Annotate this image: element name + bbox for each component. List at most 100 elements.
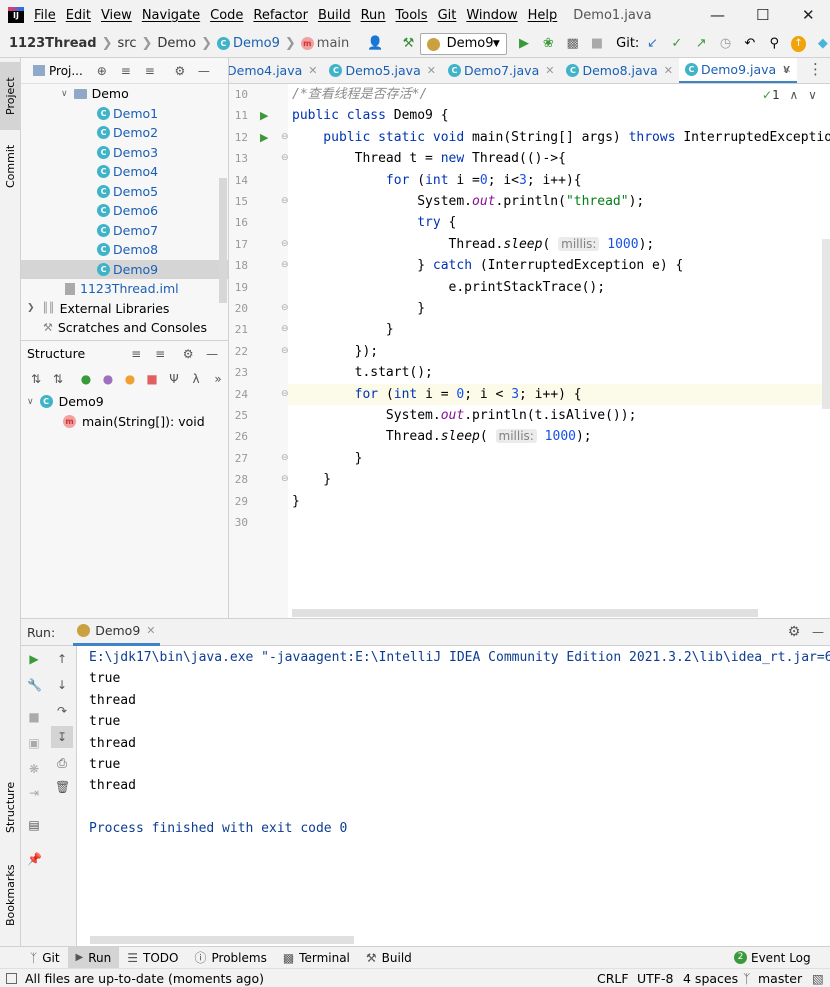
update-icon[interactable]: ↑	[791, 35, 806, 52]
lambdas-icon[interactable]: λ	[189, 372, 203, 386]
editor-h-scrollbar[interactable]	[292, 609, 758, 617]
search-icon[interactable]: ⚲	[767, 36, 781, 52]
tree-item[interactable]: C Demo5	[21, 182, 228, 202]
rollback-icon[interactable]: ↶	[743, 36, 757, 52]
stop-icon[interactable]: ■	[27, 710, 41, 724]
coverage-icon[interactable]: ▩	[565, 36, 579, 52]
editor-tab[interactable]: C Demo9.java ✕	[678, 58, 798, 83]
breadcrumb-package[interactable]: Demo	[157, 36, 196, 51]
exit-icon[interactable]: ⇥	[27, 786, 41, 800]
wrench-icon[interactable]: 🔧	[27, 678, 42, 692]
minimize-icon[interactable]: —	[710, 6, 725, 24]
tree-item[interactable]: ∨ Demo	[21, 84, 228, 104]
git-push-icon[interactable]: ↗	[694, 36, 708, 52]
editor-tab[interactable]: C Demo5.java ✕	[323, 58, 441, 83]
print-icon[interactable]: ⎙	[55, 756, 69, 771]
editor-scrollbar[interactable]	[822, 239, 830, 409]
collapse-all-icon[interactable]: ≡	[153, 347, 167, 361]
layout-icon[interactable]: ▤	[27, 818, 41, 832]
run-tool-tab[interactable]: ▶ Run	[67, 946, 120, 969]
problems-tool-tab[interactable]: ⓘ Problems	[187, 947, 275, 969]
expand-all-icon[interactable]: ≡	[119, 64, 133, 78]
tree-item[interactable]: C Demo9	[21, 259, 228, 279]
hide-icon[interactable]: —	[205, 347, 219, 361]
git-branch[interactable]: master	[758, 971, 802, 986]
locate-icon[interactable]: ⊕	[95, 64, 109, 78]
tree-item[interactable]: C Demo6	[21, 201, 228, 221]
tree-item[interactable]: C Demo8	[21, 240, 228, 260]
editor-tab[interactable]: C Demo8.java ✕	[560, 58, 678, 83]
anonymous-classes-icon[interactable]: Ψ	[167, 372, 181, 386]
menu-window[interactable]: Window	[466, 8, 517, 23]
plugin-icon[interactable]: ◆	[816, 36, 830, 52]
breadcrumb-class[interactable]: Demo9	[233, 36, 280, 51]
close-icon[interactable]: ✕	[802, 6, 815, 24]
lock-icon[interactable]: ▧	[812, 971, 824, 986]
trash-icon[interactable]: 🗑	[55, 780, 70, 794]
breadcrumb-src[interactable]: src	[118, 36, 137, 51]
menu-view[interactable]: View	[101, 8, 132, 23]
settings-icon[interactable]: ⚙	[181, 347, 195, 361]
structure-class-row[interactable]: ∨ C Demo9	[21, 392, 229, 412]
close-tab-icon[interactable]: ✕	[146, 624, 155, 637]
close-tab-icon[interactable]: ✕	[545, 64, 554, 77]
editor-tab[interactable]: C Demo7.java ✕	[442, 58, 560, 83]
project-view-selector[interactable]: Proj...	[49, 64, 83, 78]
menu-code[interactable]: Code	[210, 8, 243, 23]
menu-refactor[interactable]: Refactor	[253, 8, 308, 23]
history-icon[interactable]: ◷	[718, 36, 732, 52]
inspection-widget[interactable]: ✓1 ∧ ∨	[762, 88, 817, 102]
structure-tool-tab[interactable]: Structure	[0, 770, 21, 844]
run-config-dropdown[interactable]: Demo9 ▼	[419, 32, 507, 55]
menu-build[interactable]: Build	[318, 8, 351, 23]
sort-alpha-icon[interactable]: ⇅	[51, 372, 65, 386]
menu-edit[interactable]: Edit	[66, 8, 91, 23]
restore-layout-icon[interactable]: ❋	[27, 762, 41, 776]
down-arrow-icon[interactable]: ↓	[55, 678, 69, 692]
commit-tool-tab[interactable]: Commit	[0, 134, 21, 198]
tree-item[interactable]: ⚒ Scratches and Consoles	[21, 318, 228, 338]
collapse-all-icon[interactable]: ≡	[143, 64, 157, 78]
breadcrumb-project[interactable]: 1123Thread	[9, 36, 97, 51]
project-tool-tab[interactable]: Project	[0, 62, 21, 130]
show-properties-icon[interactable]: ●	[101, 372, 115, 386]
stop-icon[interactable]: ■	[590, 36, 604, 52]
scroll-to-end-button[interactable]: ↧	[51, 726, 73, 748]
status-message[interactable]: All files are up-to-date (moments ago)	[25, 971, 264, 986]
line-separator[interactable]: CRLF	[597, 971, 629, 986]
up-arrow-icon[interactable]: ↑	[55, 652, 69, 666]
tree-item[interactable]: C Demo3	[21, 143, 228, 163]
structure-method-row[interactable]: m main(String[]): void	[21, 412, 229, 432]
pin-icon[interactable]: 📌	[27, 852, 42, 866]
rerun-icon[interactable]: ▶	[27, 652, 41, 666]
close-tab-icon[interactable]: ✕	[308, 64, 317, 77]
console-output[interactable]: E:\jdk17\bin\java.exe "-javaagent:E:\Int…	[78, 646, 830, 946]
tree-item[interactable]: 1123Thread.iml	[21, 279, 228, 299]
console-h-scrollbar[interactable]	[90, 936, 354, 944]
tree-item[interactable]: C Demo4	[21, 162, 228, 182]
file-encoding[interactable]: UTF-8	[637, 971, 673, 986]
menu-tools[interactable]: Tools	[396, 8, 428, 23]
settings-icon[interactable]: ⚙	[787, 624, 801, 640]
build-tool-tab[interactable]: ⚒ Build	[358, 947, 420, 969]
close-tab-icon[interactable]: ✕	[664, 64, 673, 77]
more-icon[interactable]: »	[211, 372, 225, 386]
git-tool-tab[interactable]: ᛉ Git	[22, 947, 68, 969]
show-fields-icon[interactable]: ●	[123, 372, 137, 386]
menu-run[interactable]: Run	[361, 8, 386, 23]
expand-all-icon[interactable]: ≡	[129, 347, 143, 361]
tree-item[interactable]: C Demo7	[21, 221, 228, 241]
tab-list-icon[interactable]: ∨	[782, 62, 791, 76]
debug-icon[interactable]: ❀	[541, 36, 555, 52]
todo-tool-tab[interactable]: ☰ TODO	[119, 947, 186, 969]
menu-file[interactable]: File	[34, 8, 56, 23]
status-toggle-icon[interactable]	[6, 972, 17, 984]
menu-navigate[interactable]: Navigate	[142, 8, 200, 23]
run-main-gutter-icon[interactable]: ▶	[260, 131, 268, 144]
show-inherited-icon[interactable]: ●	[79, 372, 93, 386]
settings-icon[interactable]: ⚙	[173, 64, 187, 78]
hide-icon[interactable]: —	[811, 625, 825, 639]
tree-item[interactable]: C Demo2	[21, 123, 228, 143]
terminal-tool-tab[interactable]: ▩ Terminal	[275, 947, 358, 969]
hammer-icon[interactable]: ⚒	[401, 36, 415, 52]
